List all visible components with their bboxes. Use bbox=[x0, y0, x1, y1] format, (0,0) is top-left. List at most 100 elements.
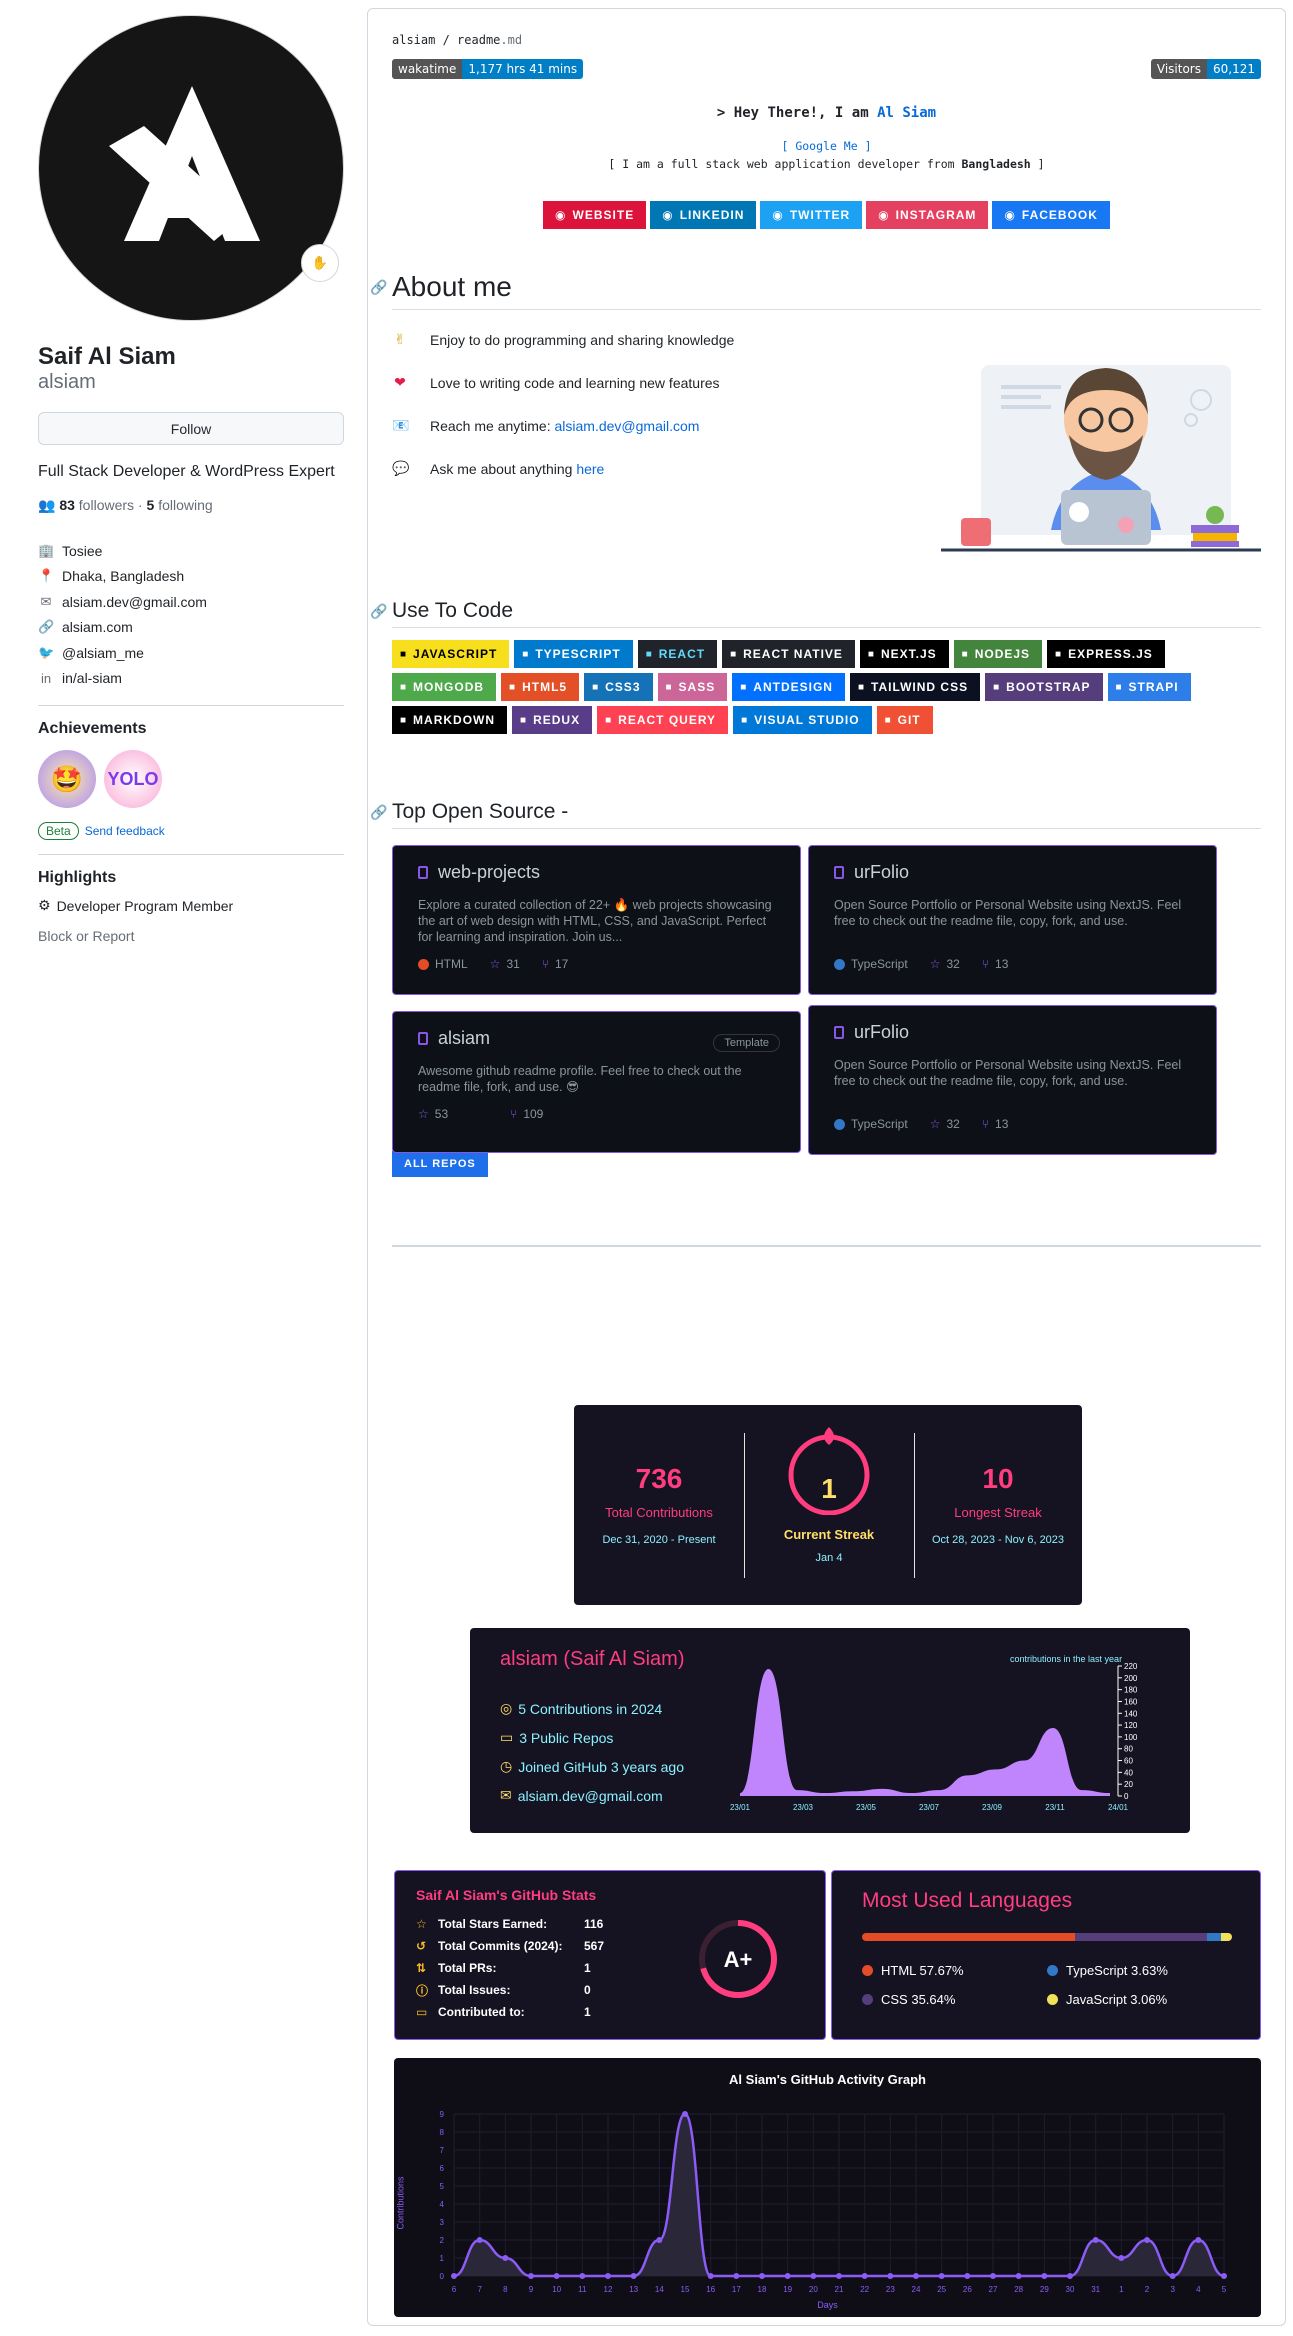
repo-language: TypeScript bbox=[834, 957, 908, 971]
vcard-text[interactable]: alsiam.dev@gmail.com bbox=[62, 594, 207, 610]
y-tick-label: 160 bbox=[1124, 1697, 1138, 1706]
longest-streak-label: Longest Streak bbox=[954, 1505, 1042, 1520]
longest-streak-value: 10 bbox=[982, 1463, 1014, 1494]
fork-icon: ⑂ bbox=[981, 1117, 990, 1131]
tech-badge: ■ NEXT.JS bbox=[859, 640, 949, 668]
beta-feedback: Beta Send feedback bbox=[38, 822, 344, 840]
block-report-link[interactable]: Block or Report bbox=[38, 928, 344, 944]
y-tick-label: 0 bbox=[1124, 1792, 1129, 1801]
data-point bbox=[938, 2273, 945, 2279]
repo-stars: ☆ 32 bbox=[930, 1117, 960, 1131]
link-icon: 🔗 bbox=[38, 619, 55, 635]
language-bar-segment bbox=[1220, 1933, 1232, 1941]
about-link[interactable]: alsiam.dev@gmail.com bbox=[555, 418, 700, 434]
stat-row: ⇅ Total PRs: 1 bbox=[416, 1957, 604, 1979]
language-dot bbox=[1047, 1994, 1058, 2005]
data-point bbox=[682, 2111, 688, 2117]
data-point bbox=[605, 2273, 611, 2279]
y-tick-label: 8 bbox=[440, 2128, 445, 2137]
repo-card[interactable]: urFolio Open Source Portfolio or Personal… bbox=[808, 845, 1217, 995]
language-dot bbox=[862, 1965, 873, 1976]
summary-line-text: Joined GitHub 3 years ago bbox=[518, 1758, 684, 1775]
x-tick-label: 2 bbox=[1145, 2285, 1150, 2294]
profile-sidebar: ✋ Saif Al Siam alsiam Follow Full Stack … bbox=[38, 15, 344, 944]
tech-badge: ■ MARKDOWN bbox=[392, 706, 508, 734]
repo-icon bbox=[834, 1026, 844, 1039]
tagline: [ I am a full stack web application deve… bbox=[392, 157, 1261, 171]
repo-name[interactable]: web-projects bbox=[438, 862, 540, 883]
social-website-button[interactable]: ◉ WEBSITE bbox=[543, 201, 647, 229]
data-point bbox=[861, 2273, 868, 2279]
about-link[interactable]: here bbox=[576, 461, 604, 477]
follow-button[interactable]: Follow bbox=[38, 412, 344, 445]
visitors-value: 60,121 bbox=[1207, 59, 1261, 79]
followers-count[interactable]: 83 bbox=[59, 497, 75, 513]
issue-icon: ⓘ bbox=[416, 1983, 429, 1998]
tagline-post: ] bbox=[1030, 157, 1045, 171]
vcard-item[interactable]: 🐦 @alsiam_me bbox=[38, 640, 344, 666]
anchor-link-icon[interactable]: 🔗 bbox=[370, 804, 387, 821]
data-point bbox=[733, 2273, 740, 2279]
current-streak-label: Current Streak bbox=[783, 1527, 875, 1542]
vcard-text[interactable]: @alsiam_me bbox=[62, 645, 144, 661]
repo-meta: HTML ☆ 31 ⑂ 17 bbox=[418, 957, 775, 971]
summary-line-text: 5 Contributions in 2024 bbox=[518, 1700, 663, 1717]
wakatime-value: 1,177 hrs 41 mins bbox=[462, 59, 584, 79]
crumb-user[interactable]: alsiam bbox=[392, 33, 435, 47]
data-point bbox=[784, 2273, 791, 2279]
template-badge: Template bbox=[713, 1034, 780, 1052]
google-me-text[interactable]: [ Google Me ] bbox=[781, 139, 871, 153]
data-point bbox=[1221, 2273, 1227, 2279]
about-label: Reach me anytime: bbox=[430, 417, 555, 434]
repo-name[interactable]: alsiam bbox=[438, 1028, 490, 1049]
send-feedback-link[interactable]: Send feedback bbox=[85, 824, 165, 838]
all-repos-button[interactable]: ALL REPOS bbox=[392, 1151, 488, 1177]
x-tick-label: 15 bbox=[681, 2285, 690, 2294]
social-linkedin-button[interactable]: ◉ LINKEDIN bbox=[650, 201, 757, 229]
repo-card[interactable]: web-projects Explore a curated collection… bbox=[392, 845, 801, 995]
x-tick-label: 17 bbox=[732, 2285, 741, 2294]
x-tick-label: 3 bbox=[1170, 2285, 1175, 2294]
followers-label[interactable]: followers bbox=[79, 497, 134, 513]
following-label[interactable]: following bbox=[158, 497, 212, 513]
social-instagram-button[interactable]: ◉ INSTAGRAM bbox=[866, 201, 989, 229]
emoji-icon: 💬 bbox=[392, 460, 410, 476]
code-title: Use To Code bbox=[392, 599, 514, 622]
longest-streak-block: 10 Longest Streak Oct 28, 2023 - Nov 6, … bbox=[914, 1463, 1082, 1546]
google-me-link[interactable]: [ Google Me ] bbox=[392, 139, 1261, 153]
social-facebook-button[interactable]: ◉ FACEBOOK bbox=[992, 201, 1110, 229]
data-point bbox=[553, 2273, 560, 2279]
data-point bbox=[656, 2237, 663, 2243]
current-streak-date: Jan 4 bbox=[815, 1552, 843, 1564]
wakatime-badge[interactable]: wakatime 1,177 hrs 41 mins bbox=[392, 59, 584, 79]
repo-card[interactable]: alsiam Template Awesome github readme prof… bbox=[392, 1011, 801, 1153]
vcard-item[interactable]: in in/al-siam bbox=[38, 666, 344, 692]
x-tick-label: 8 bbox=[503, 2285, 508, 2294]
y-tick-label: 7 bbox=[440, 2146, 445, 2155]
social-twitter-button[interactable]: ◉ TWITTER bbox=[760, 201, 863, 229]
about-text: Reach me anytime: alsiam.dev@gmail.com bbox=[430, 418, 699, 434]
forks-count: 17 bbox=[555, 957, 569, 971]
vcard-text[interactable]: in/al-siam bbox=[62, 670, 122, 686]
about-text: Enjoy to do programming and sharing know… bbox=[430, 332, 734, 348]
stars-count: 32 bbox=[946, 1117, 960, 1131]
vcard-item[interactable]: 🔗 alsiam.com bbox=[38, 615, 344, 641]
data-point bbox=[810, 2273, 817, 2279]
repo-card[interactable]: urFolio Open Source Portfolio or Personal… bbox=[808, 1005, 1217, 1155]
tech-label: MARKDOWN bbox=[413, 713, 496, 727]
data-point bbox=[528, 2273, 534, 2279]
greeting-prefix: > Hey There!, I am bbox=[716, 105, 878, 121]
repo-name[interactable]: urFolio bbox=[854, 862, 909, 883]
vcard-item[interactable]: ✉ alsiam.dev@gmail.com bbox=[38, 589, 344, 615]
status-icon[interactable]: ✋ bbox=[301, 244, 339, 282]
following-count[interactable]: 5 bbox=[147, 497, 155, 513]
data-point bbox=[913, 2273, 919, 2279]
data-point bbox=[579, 2273, 586, 2279]
avatar[interactable]: ✋ bbox=[38, 15, 344, 321]
achievement-badge-yolo[interactable]: YOLO bbox=[104, 750, 162, 808]
vcard-text[interactable]: alsiam.com bbox=[62, 619, 133, 635]
repo-name[interactable]: urFolio bbox=[854, 1022, 909, 1043]
anchor-link-icon[interactable]: 🔗 bbox=[370, 603, 387, 620]
anchor-link-icon[interactable]: 🔗 bbox=[370, 279, 387, 296]
achievement-badge-starstruck[interactable]: 🤩 bbox=[38, 750, 96, 808]
